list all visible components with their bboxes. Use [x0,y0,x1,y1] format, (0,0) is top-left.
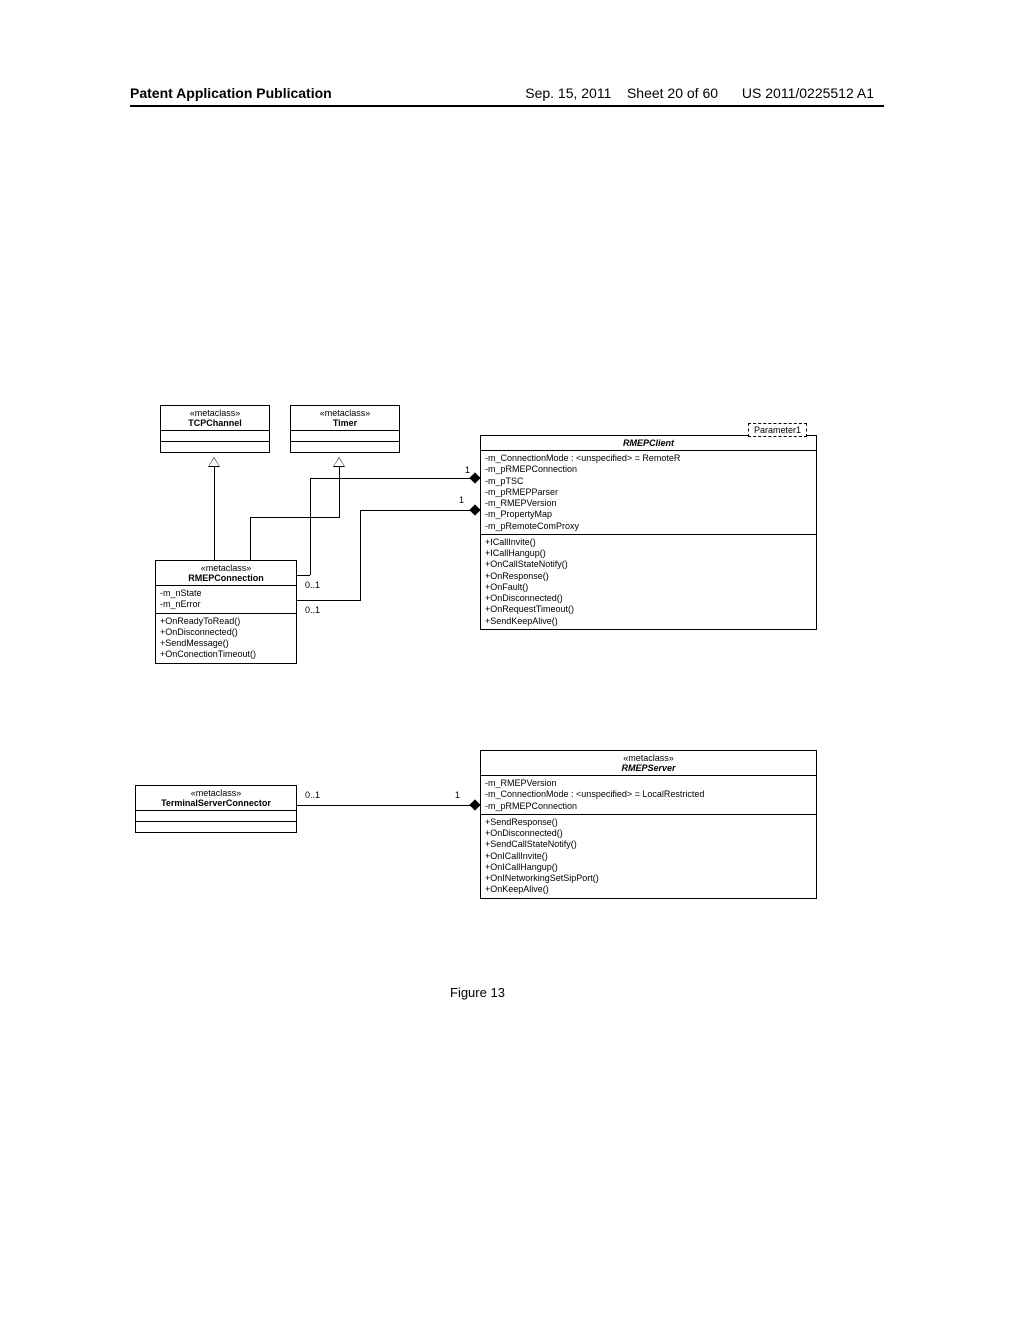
connector-line [250,517,340,518]
composition-diamond-icon [469,472,480,483]
connector-line [296,600,361,601]
connector-line [310,478,311,575]
connector-line [360,510,473,511]
multiplicity-label: 1 [455,790,460,800]
class-rmepclient: RMEPClient -m_ConnectionMode : <unspecif… [480,435,817,630]
class-name: RMEPClient [485,438,812,448]
class-name: RMEPServer [485,763,812,773]
header-rule [130,105,884,107]
stereotype: «metaclass» [160,563,292,573]
multiplicity-label: 0..1 [305,580,320,590]
header-pubno: US 2011/0225512 A1 [742,85,874,101]
class-name: TCPChannel [165,418,265,428]
stereotype: «metaclass» [485,753,812,763]
attributes: -m_RMEPVersion -m_ConnectionMode : <unsp… [481,776,816,815]
attributes: -m_nState -m_nError [156,586,296,614]
class-rmepconnection: «metaclass» RMEPConnection -m_nState -m_… [155,560,297,664]
header-right: Sep. 15, 2011 Sheet 20 of 60 US 2011/022… [525,85,874,101]
template-parameter: Parameter1 [748,423,807,437]
composition-diamond-icon [469,799,480,810]
connector-line [214,467,215,560]
multiplicity-label: 0..1 [305,790,320,800]
multiplicity-label: 0..1 [305,605,320,615]
connector-line [296,805,473,806]
class-name: TerminalServerConnector [140,798,292,808]
class-terminalserverconnector: «metaclass» TerminalServerConnector [135,785,297,833]
uml-diagram: «metaclass» TCPChannel «metaclass» Timer… [155,410,835,980]
header-sheet: Sheet 20 of 60 [627,85,718,101]
attributes: -m_ConnectionMode : <unspecified> = Remo… [481,451,816,535]
multiplicity-label: 1 [459,495,464,505]
connector-line [250,517,251,560]
multiplicity-label: 1 [465,465,470,475]
generalization-arrow-icon [208,457,220,467]
operations: +OnReadyToRead() +OnDisconnected() +Send… [156,614,296,663]
stereotype: «metaclass» [165,408,265,418]
operations: +SendResponse() +OnDisconnected() +SendC… [481,815,816,898]
header-date: Sep. 15, 2011 [525,85,611,101]
connector-line [310,478,473,479]
operations: +ICallInvite() +ICallHangup() +OnCallSta… [481,535,816,629]
class-rmepserver: «metaclass» RMEPServer -m_RMEPVersion -m… [480,750,817,899]
class-name: Timer [295,418,395,428]
stereotype: «metaclass» [295,408,395,418]
class-tcpchannel: «metaclass» TCPChannel [160,405,270,453]
stereotype: «metaclass» [140,788,292,798]
figure-caption: Figure 13 [450,985,505,1000]
header-publication: Patent Application Publication [130,85,332,101]
class-name: RMEPConnection [160,573,292,583]
composition-diamond-icon [469,504,480,515]
connector-line [360,510,361,600]
class-timer: «metaclass» Timer [290,405,400,453]
connector-line [339,467,340,517]
connector-line [296,575,310,576]
generalization-arrow-icon [333,457,345,467]
